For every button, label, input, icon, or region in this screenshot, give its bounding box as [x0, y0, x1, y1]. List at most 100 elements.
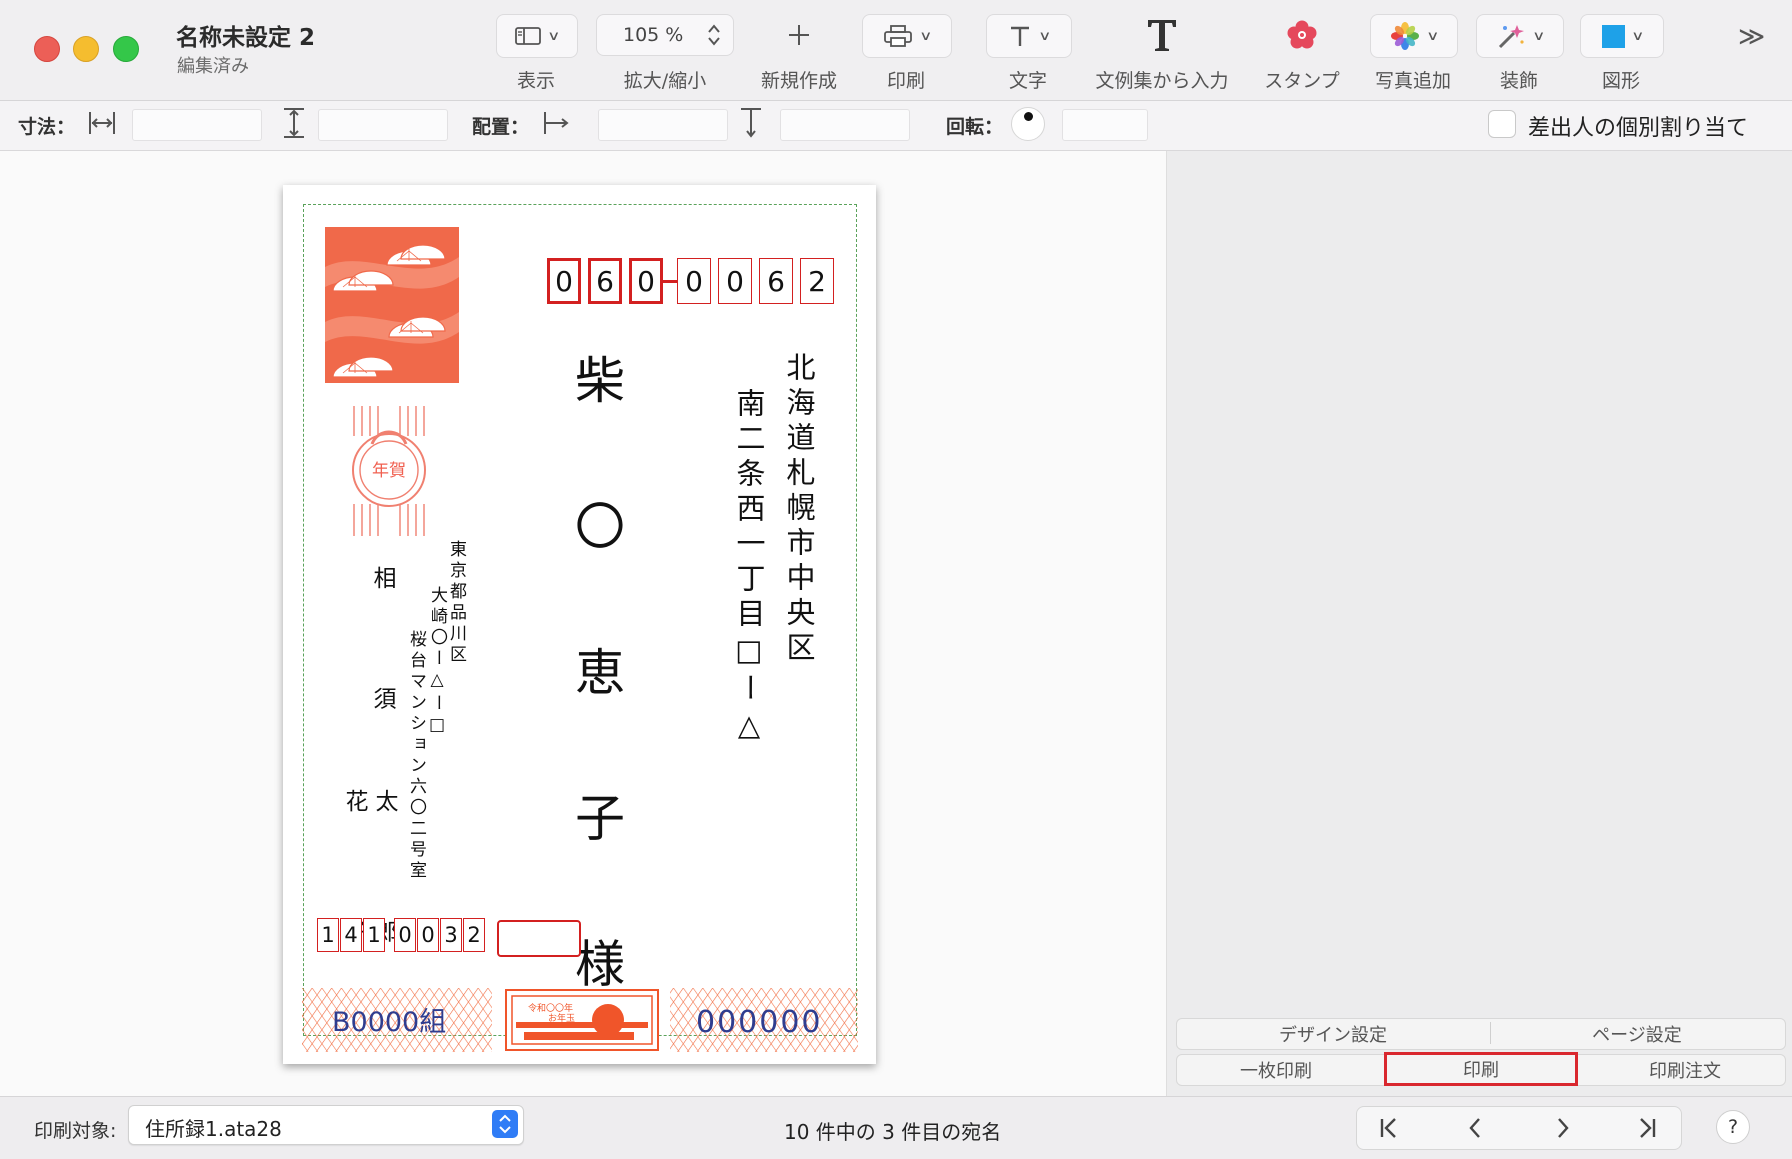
- decoration-control[interactable]: ∨ 装飾: [1476, 14, 1564, 92]
- serif-text-icon: [1148, 20, 1176, 51]
- new-button[interactable]: 新規作成: [758, 14, 840, 92]
- template-text-label: 文例集から入力: [1095, 70, 1229, 92]
- print-label: 印刷: [886, 70, 926, 92]
- otoshidama-label: お年玉: [548, 1012, 575, 1024]
- previous-record-button[interactable]: [1436, 1108, 1514, 1148]
- rotation-knob-icon: [1024, 112, 1033, 121]
- zoom-label: 拡大/縮小: [623, 70, 707, 92]
- print-target-select[interactable]: 住所録1.ata28: [128, 1105, 524, 1145]
- sender-zip-digit: 0: [394, 918, 416, 952]
- photo-label: 写真追加: [1374, 70, 1452, 92]
- sender-address-line3[interactable]: 桜台マンション六〇二号室: [406, 630, 426, 882]
- recipient-zip-digit: 0: [718, 258, 752, 304]
- sender-given-name-1[interactable]: 花 子: [340, 789, 368, 992]
- toolbar-overflow-icon[interactable]: ≫: [1738, 22, 1765, 52]
- record-status: 10 件中の 3 件目の宛名: [784, 1120, 1002, 1144]
- rotation-field[interactable]: [1062, 109, 1148, 141]
- size-label: 寸法：: [18, 116, 76, 138]
- sender-zip-digit: 2: [463, 918, 485, 952]
- lottery-band: 令和〇〇年 お年玉 B0000組 000000: [302, 988, 858, 1052]
- recipient-address-line1[interactable]: 北海道札幌市中央区: [782, 352, 816, 667]
- lottery-number: 000000: [696, 1005, 823, 1040]
- sender-given-name-2[interactable]: 太 郎: [370, 789, 398, 992]
- document-title: 名称未設定 2: [176, 25, 316, 51]
- tab-print-order[interactable]: 印刷注文: [1586, 1055, 1784, 1084]
- text-control[interactable]: ∨ 文字: [986, 14, 1072, 92]
- printer-icon: [884, 25, 913, 47]
- x-position-icon: [544, 112, 569, 134]
- sender-zip-digit: 0: [417, 918, 439, 952]
- sender-address-line2[interactable]: 大崎〇ー△ー□: [427, 586, 447, 739]
- document-status: 編集済み: [177, 56, 249, 77]
- height-field[interactable]: [318, 109, 448, 141]
- recipient-zip-digit: 0: [677, 258, 711, 304]
- zoom-window-button[interactable]: [113, 36, 139, 62]
- print-toolbar-button[interactable]: ∨ 印刷: [862, 14, 952, 92]
- magic-wand-icon: [1499, 25, 1525, 49]
- zip-hyphen: [663, 280, 677, 283]
- square-shape-icon: [1601, 24, 1625, 48]
- tab-design-settings[interactable]: デザイン設定: [1176, 1019, 1490, 1048]
- shape-label: 図形: [1601, 70, 1641, 92]
- last-record-button[interactable]: [1608, 1108, 1686, 1148]
- otoshidama-year: 令和〇〇年: [528, 1002, 573, 1014]
- rotation-dial[interactable]: [1011, 107, 1045, 141]
- chevron-down-icon: ∨: [1630, 28, 1645, 44]
- first-record-button[interactable]: [1350, 1108, 1428, 1148]
- stamp-button[interactable]: スタンプ: [1262, 14, 1342, 92]
- photos-icon: [1391, 22, 1420, 50]
- photo-control[interactable]: ∨ 写真追加: [1370, 14, 1458, 92]
- plus-icon: [789, 25, 809, 45]
- shape-control[interactable]: ∨ 図形: [1580, 14, 1664, 92]
- first-icon: [1380, 1118, 1396, 1138]
- chevron-right-icon: [1558, 1118, 1569, 1138]
- nenga-postmark: 年賀: [352, 406, 426, 536]
- recipient-zip-digit: 6: [588, 258, 622, 304]
- postage-stamp-image: [325, 227, 459, 383]
- height-icon: [284, 108, 304, 138]
- position-label: 配置：: [472, 116, 530, 138]
- chevron-down-icon: ∨: [547, 28, 561, 44]
- stepper-icon[interactable]: [707, 23, 721, 47]
- tab-print[interactable]: 印刷: [1384, 1052, 1578, 1086]
- sender-address-line1[interactable]: 東京都品川区: [446, 540, 466, 666]
- recipient-zip-digit: 6: [759, 258, 793, 304]
- chevron-left-icon: [1469, 1118, 1480, 1138]
- view-control[interactable]: ∨ 表示: [496, 14, 578, 92]
- new-label: 新規作成: [760, 70, 838, 92]
- width-icon: [89, 112, 115, 134]
- template-text-button[interactable]: 文例集から入力: [1095, 14, 1229, 92]
- recipient-address-line2[interactable]: 南二条西一丁目□ー△: [732, 388, 766, 748]
- flower-stamp-icon: [1287, 20, 1317, 49]
- tab-page-settings[interactable]: ページ設定: [1490, 1019, 1784, 1048]
- tab-single-print[interactable]: 一枚印刷: [1176, 1055, 1376, 1084]
- y-position-field[interactable]: [780, 109, 910, 141]
- zoom-control[interactable]: 105 % 拡大/縮小: [596, 14, 734, 92]
- lottery-group: B0000組: [332, 1007, 446, 1038]
- next-record-button[interactable]: [1524, 1108, 1602, 1148]
- sender-assign-checkbox[interactable]: [1488, 110, 1516, 138]
- last-icon: [1640, 1118, 1656, 1138]
- nenga-label: 年賀: [372, 461, 406, 481]
- sender-zip-digit: 1: [317, 918, 339, 952]
- width-field[interactable]: [132, 109, 262, 141]
- chevron-down-icon: ∨: [1426, 28, 1440, 44]
- minimize-window-button[interactable]: [73, 36, 99, 62]
- print-target-value: 住所録1.ata28: [145, 1117, 282, 1141]
- chevron-down-icon: ∨: [1532, 28, 1546, 44]
- text-icon: [1011, 26, 1030, 46]
- recipient-zip-digit: 2: [800, 258, 834, 304]
- sender-zip-digit: 3: [440, 918, 462, 952]
- sender-surname[interactable]: 相 須: [368, 566, 396, 754]
- view-label: 表示: [516, 70, 556, 92]
- chevron-down-icon: ∨: [919, 28, 933, 44]
- decoration-label: 装飾: [1499, 70, 1539, 92]
- toolbar: 名称未設定 2 編集済み ∨ 表示 105 % 拡大/縮小 新規作成 ∨ 印刷: [0, 0, 1792, 101]
- help-button[interactable]: ?: [1716, 1110, 1750, 1144]
- close-window-button[interactable]: [34, 36, 60, 62]
- chevron-down-icon: ∨: [1038, 28, 1052, 44]
- rotation-label: 回転：: [946, 116, 1004, 138]
- print-target-label: 印刷対象:: [34, 1120, 117, 1142]
- x-position-field[interactable]: [598, 109, 728, 141]
- zoom-value: 105 %: [623, 24, 684, 46]
